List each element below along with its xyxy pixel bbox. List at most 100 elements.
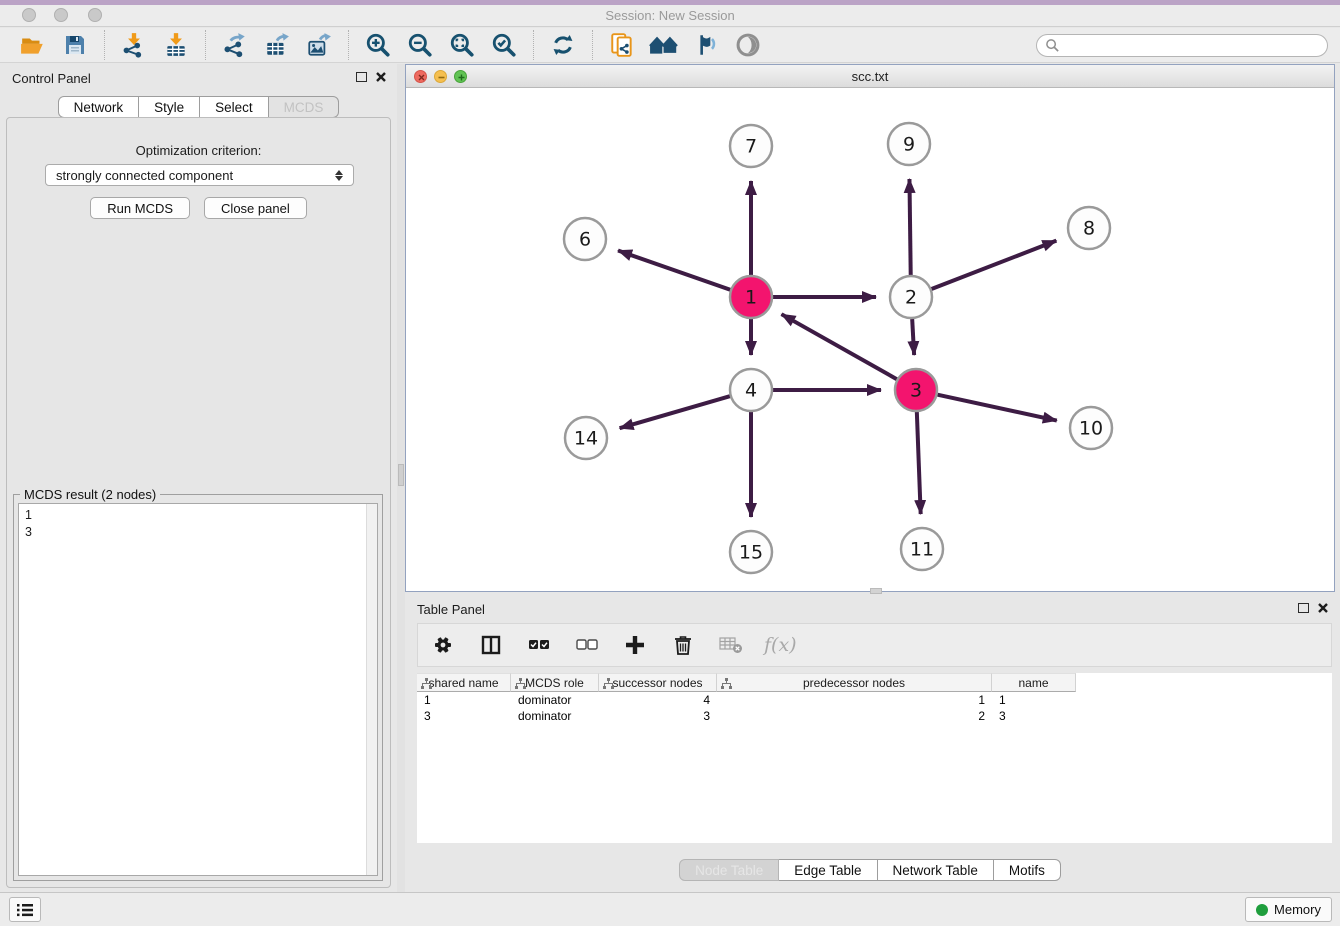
graph-node-label-3: 3: [910, 380, 922, 402]
deselect-all-columns-button[interactable]: [572, 630, 602, 660]
table-options-button[interactable]: [428, 630, 458, 660]
float-panel-icon[interactable]: [356, 72, 367, 82]
tab-edge-table[interactable]: Edge Table: [779, 859, 877, 881]
delete-table-button[interactable]: [716, 630, 746, 660]
graph-edge-4-14[interactable]: [620, 396, 730, 428]
tab-network[interactable]: Network: [58, 96, 140, 118]
export-network-icon: [222, 32, 248, 58]
column-layout-button[interactable]: [476, 630, 506, 660]
home-icon: [649, 32, 679, 58]
graphics-details-button[interactable]: [691, 30, 721, 60]
close-panel-icon[interactable]: [1317, 602, 1329, 614]
graph-edge-2-8[interactable]: [932, 241, 1057, 289]
zoom-out-button[interactable]: [405, 30, 435, 60]
column-header-shared-name[interactable]: shared name: [417, 673, 511, 692]
hierarchy-sort-icon: [421, 678, 432, 689]
result-scrollbar[interactable]: [366, 504, 377, 875]
cell-successor-nodes[interactable]: 3: [599, 709, 717, 723]
tab-mcds[interactable]: MCDS: [269, 96, 340, 118]
toolbar-separator: [348, 30, 349, 60]
mcds-result-title: MCDS result (2 nodes): [20, 487, 160, 502]
task-history-button[interactable]: [9, 897, 41, 922]
cell-predecessor-nodes[interactable]: 1: [717, 693, 992, 707]
app-titlebar: Session: New Session: [0, 0, 1340, 27]
search-input[interactable]: [1060, 38, 1319, 53]
hierarchy-sort-icon: [515, 678, 526, 689]
floppy-icon: [63, 33, 87, 57]
criterion-select[interactable]: strongly connected component: [45, 164, 354, 186]
cell-name[interactable]: 3: [992, 709, 1076, 723]
table-header-row: shared nameMCDS rolesuccessor nodesprede…: [417, 673, 1332, 692]
graph-edge-2-3[interactable]: [912, 319, 914, 355]
tab-motifs[interactable]: Motifs: [994, 859, 1061, 881]
zoom-fit-button[interactable]: [447, 30, 477, 60]
home-button[interactable]: [649, 30, 679, 60]
graph-node-label-11: 11: [910, 539, 934, 561]
splitter-grip[interactable]: [398, 464, 404, 486]
import-network-icon: [121, 32, 147, 58]
checked-boxes-icon: [528, 637, 550, 653]
window-resize-grip[interactable]: [870, 588, 882, 594]
table-row-1[interactable]: 1dominator411: [417, 692, 1332, 708]
cell-successor-nodes[interactable]: 4: [599, 693, 717, 707]
tab-style[interactable]: Style: [139, 96, 200, 118]
table-row-2[interactable]: 3dominator323: [417, 708, 1332, 724]
column-header-mcds-role[interactable]: MCDS role: [511, 673, 599, 692]
tab-network-table[interactable]: Network Table: [878, 859, 994, 881]
network-canvas[interactable]: 7968124314101511: [406, 88, 1334, 591]
cell-name[interactable]: 1: [992, 693, 1076, 707]
search-field[interactable]: [1036, 34, 1328, 57]
delete-columns-button[interactable]: [668, 630, 698, 660]
tab-select[interactable]: Select: [200, 96, 269, 118]
tab-node-table[interactable]: Node Table: [679, 859, 779, 881]
network-window-titlebar[interactable]: scc.txt: [406, 65, 1334, 88]
network-title: scc.txt: [406, 69, 1334, 84]
graph-node-label-7: 7: [745, 136, 757, 158]
zoom-in-button[interactable]: [363, 30, 393, 60]
memory-status-icon: [1256, 904, 1268, 916]
create-column-button[interactable]: [620, 630, 650, 660]
import-network-button[interactable]: [119, 30, 149, 60]
mcds-result-group: MCDS result (2 nodes) 1 3: [13, 494, 383, 881]
graph-node-label-14: 14: [574, 428, 598, 450]
zoom-out-icon: [407, 32, 433, 58]
save-session-button[interactable]: [60, 30, 90, 60]
run-mcds-button[interactable]: Run MCDS: [90, 197, 190, 219]
graph-edge-2-9[interactable]: [909, 179, 910, 275]
refresh-layout-button[interactable]: [548, 30, 578, 60]
graph-edge-3-10[interactable]: [937, 395, 1056, 421]
column-header-name[interactable]: name: [992, 673, 1076, 692]
export-image-button[interactable]: [304, 30, 334, 60]
mcds-result-text[interactable]: 1 3: [18, 503, 378, 876]
graph-edge-3-11[interactable]: [917, 412, 921, 514]
cell-mcds-role[interactable]: dominator: [511, 693, 599, 707]
criterion-value: strongly connected component: [56, 168, 233, 183]
cell-mcds-role[interactable]: dominator: [511, 709, 599, 723]
application-window: Session: New Session: [0, 0, 1340, 926]
cell-predecessor-nodes[interactable]: 2: [717, 709, 992, 723]
column-header-predecessor-nodes[interactable]: predecessor nodes: [717, 673, 992, 692]
column-header-successor-nodes[interactable]: successor nodes: [599, 673, 717, 692]
select-all-columns-button[interactable]: [524, 630, 554, 660]
cell-shared-name[interactable]: 3: [417, 709, 511, 723]
open-session-button[interactable]: [18, 30, 48, 60]
export-table-button[interactable]: [262, 30, 292, 60]
toolbar-separator: [533, 30, 534, 60]
unchecked-boxes-icon: [576, 637, 598, 653]
zoom-selected-button[interactable]: [489, 30, 519, 60]
close-panel-button[interactable]: Close panel: [204, 197, 307, 219]
graph-edge-3-1[interactable]: [781, 314, 896, 379]
cell-shared-name[interactable]: 1: [417, 693, 511, 707]
zoom-selected-icon: [491, 32, 517, 58]
clone-network-button[interactable]: [607, 30, 637, 60]
float-panel-icon[interactable]: [1298, 603, 1309, 613]
graph-edge-1-6[interactable]: [618, 251, 730, 290]
export-network-button[interactable]: [220, 30, 250, 60]
import-table-button[interactable]: [161, 30, 191, 60]
memory-button[interactable]: Memory: [1245, 897, 1332, 922]
close-panel-icon[interactable]: [375, 71, 387, 83]
graph-node-label-9: 9: [903, 134, 915, 156]
apply-function-button[interactable]: f(x): [764, 634, 797, 656]
panel-splitter[interactable]: [397, 64, 405, 892]
show-hide-button[interactable]: [733, 30, 763, 60]
